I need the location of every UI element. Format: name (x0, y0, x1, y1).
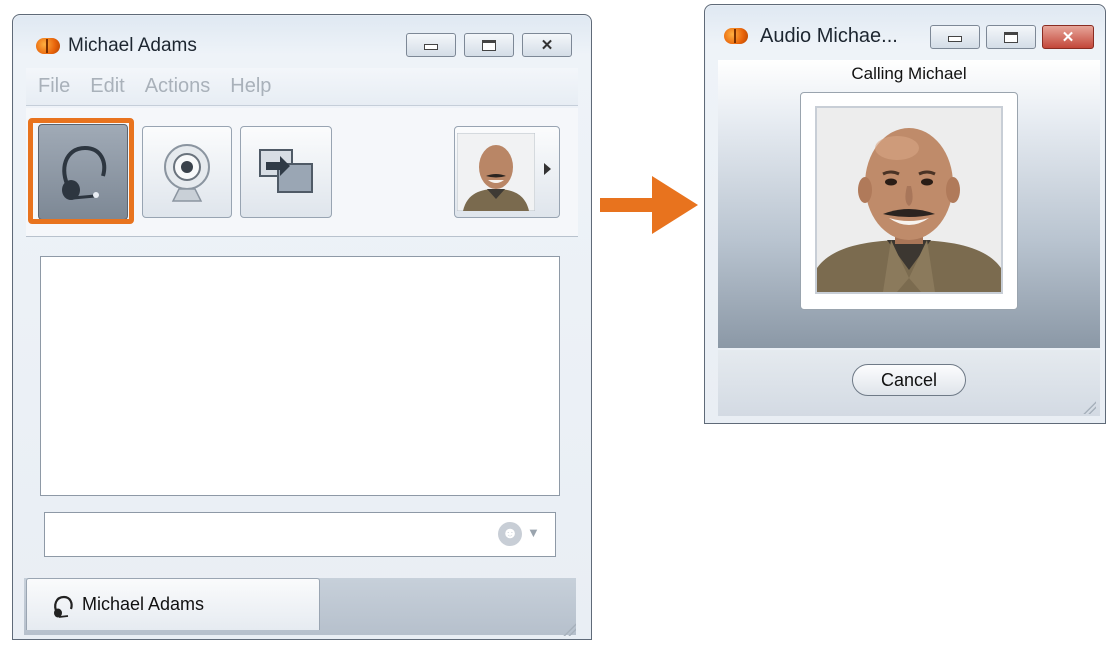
menu-edit[interactable]: Edit (90, 75, 124, 98)
caller-photo (815, 106, 1003, 294)
call-status: Calling Michael (851, 64, 967, 83)
conversation-history[interactable] (40, 256, 560, 496)
audio-button-highlight (28, 118, 134, 224)
app-orb-icon (724, 28, 748, 44)
menu-help[interactable]: Help (230, 75, 271, 98)
arrow-shaft (600, 198, 658, 212)
menu-bar: File Edit Actions Help (26, 68, 578, 106)
minimize-icon (948, 36, 962, 42)
maximize-icon (482, 39, 496, 51)
audio-minimize-button[interactable] (930, 25, 980, 49)
chevron-right-icon (544, 163, 551, 175)
audio-maximize-button[interactable] (986, 25, 1036, 49)
minimize-button[interactable] (406, 33, 456, 57)
webcam-icon (164, 144, 210, 202)
maximize-button[interactable] (464, 33, 514, 57)
menu-file[interactable]: File (38, 75, 70, 98)
audio-close-button[interactable]: ✕ (1042, 25, 1094, 49)
chevron-down-icon[interactable]: ▼ (527, 525, 540, 540)
caller-portrait (817, 108, 1001, 292)
close-button[interactable]: ✕ (522, 33, 572, 57)
conversation-tab-label: Michael Adams (82, 594, 205, 614)
message-input[interactable] (44, 512, 556, 557)
close-icon: ✕ (540, 36, 554, 54)
screen-share-icon (259, 149, 313, 193)
menu-actions[interactable]: Actions (145, 75, 211, 98)
close-icon: ✕ (1061, 28, 1075, 46)
cancel-call-button[interactable]: Cancel (852, 364, 966, 396)
audio-window-title: Audio Michae... (760, 25, 898, 47)
headset-tab-icon (54, 595, 73, 618)
chat-window-title: Michael Adams (68, 35, 197, 56)
contact-avatar (457, 133, 535, 211)
arrow-head-icon (652, 176, 698, 234)
video-call-button[interactable] (142, 126, 232, 218)
contact-picture-button[interactable] (454, 126, 560, 218)
app-orb-icon (36, 38, 60, 54)
audio-resize-grip[interactable] (1082, 400, 1096, 414)
resize-grip[interactable] (562, 622, 576, 636)
emoticon-icon[interactable]: ☻ (498, 522, 522, 546)
maximize-icon (1004, 31, 1018, 43)
share-screen-button[interactable] (240, 126, 332, 218)
minimize-icon (424, 44, 438, 50)
